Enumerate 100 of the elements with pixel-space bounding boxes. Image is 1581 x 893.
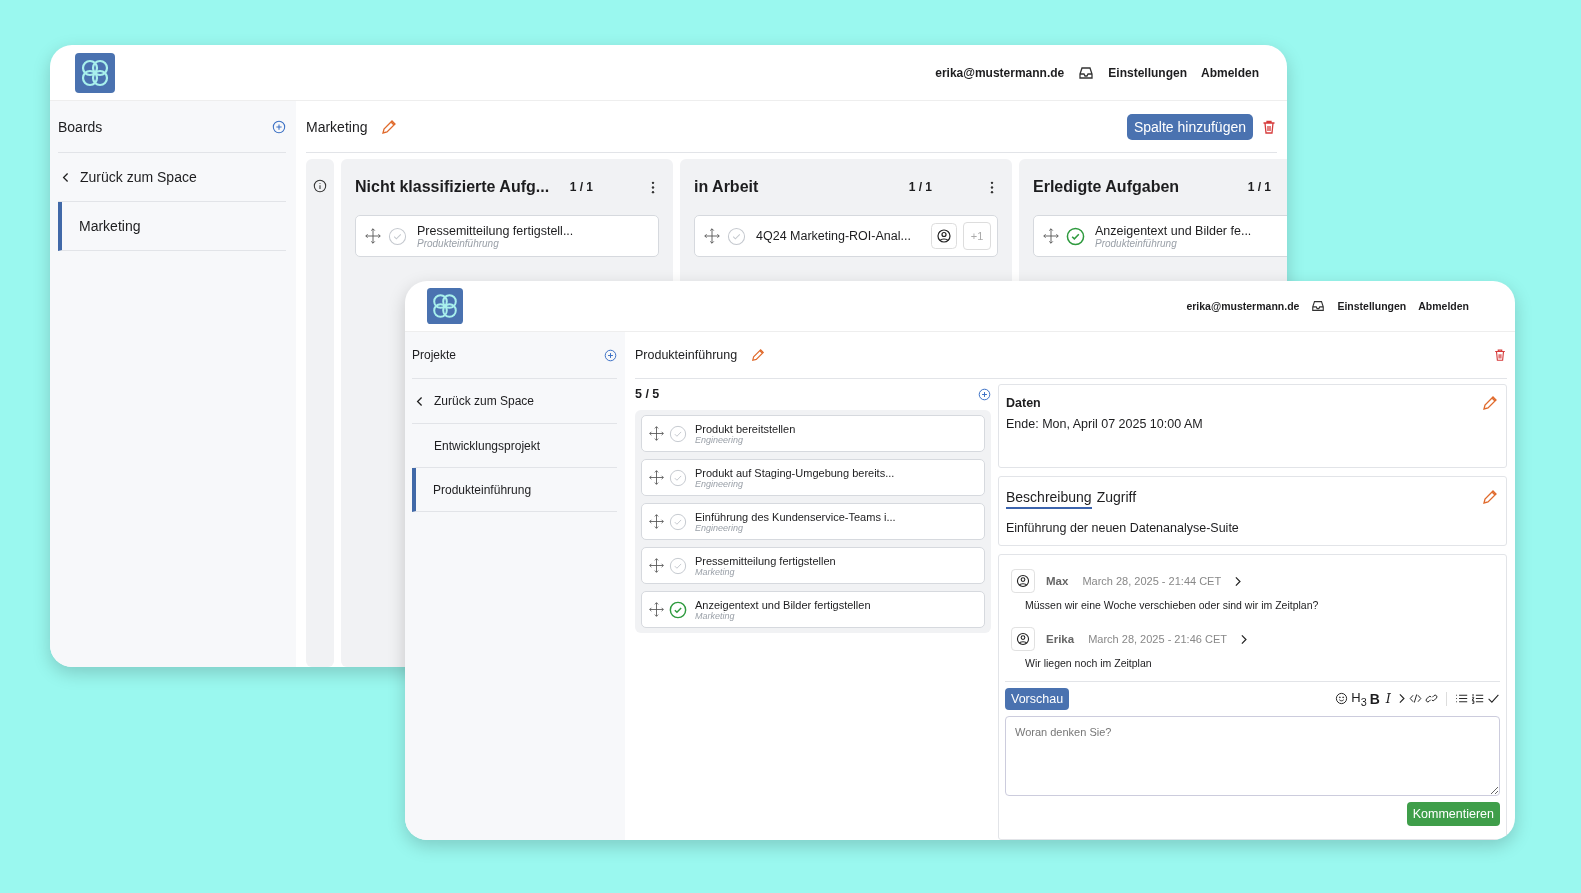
quote-icon[interactable] xyxy=(1397,692,1406,706)
check-circle-icon[interactable] xyxy=(669,512,687,531)
move-icon[interactable] xyxy=(1042,227,1060,245)
end-date: Ende: Mon, April 07 2025 10:00 AM xyxy=(1006,417,1204,431)
task-project: Produkteinführung xyxy=(417,237,499,249)
task-title: Produkt auf Staging-Umgebung bereits... xyxy=(695,466,896,479)
comment-author: Erika xyxy=(1046,633,1075,645)
sidebar-item[interactable]: Marketing xyxy=(58,202,286,251)
logo-icon xyxy=(427,288,463,324)
task-card[interactable]: Einführung des Kundenservice-Teams i... Engineering xyxy=(641,503,985,540)
pencil-icon[interactable] xyxy=(381,118,398,135)
section-heading: Daten xyxy=(1006,396,1041,410)
comment-input[interactable]: Woran denken Sie? xyxy=(1005,716,1500,796)
move-icon[interactable] xyxy=(703,227,721,245)
bold-tool[interactable]: B xyxy=(1369,692,1380,706)
inbox-icon[interactable] xyxy=(1078,64,1095,81)
move-icon[interactable] xyxy=(648,469,665,486)
task-tag: Engineering xyxy=(695,522,978,533)
comment-author: Max xyxy=(1046,575,1069,587)
trash-icon[interactable] xyxy=(1493,348,1507,362)
comment-text: Müssen wir eine Woche verschieben oder sind wir im Zeitplan? xyxy=(1025,599,1320,611)
check-circle-icon[interactable] xyxy=(669,424,687,443)
chevron-left-icon[interactable] xyxy=(416,394,424,408)
task-tag: Marketing xyxy=(695,566,978,577)
task-card[interactable]: Pressemitteilung fertigstellen Marketing xyxy=(641,547,985,584)
task-card[interactable]: Produkt bereitstellen Engineering xyxy=(641,415,985,452)
task-count: 5 / 5 xyxy=(635,387,660,401)
code-icon[interactable] xyxy=(1409,692,1422,706)
task-card[interactable]: Anzeigentext und Bilder fe... Produkteinführung xyxy=(1033,215,1287,257)
trash-icon[interactable] xyxy=(1261,118,1277,135)
move-icon[interactable] xyxy=(648,513,665,530)
nav-link[interactable]: Abmelden xyxy=(1201,65,1259,80)
chevron-left-icon[interactable] xyxy=(62,170,70,184)
link-icon[interactable] xyxy=(1425,692,1438,706)
more-icon[interactable] xyxy=(651,180,655,194)
pencil-icon[interactable] xyxy=(1482,395,1498,411)
pencil-icon[interactable] xyxy=(751,348,766,362)
nav-link[interactable]: Einstellungen xyxy=(1108,65,1187,80)
numbered-list-icon[interactable] xyxy=(1471,692,1484,706)
heading-tool[interactable]: H$_{3}$ xyxy=(1351,690,1367,708)
move-icon[interactable] xyxy=(364,227,382,245)
user-icon[interactable] xyxy=(931,223,957,249)
user-icon xyxy=(1011,627,1035,651)
task-title: Anzeigentext und Bilder fertigstellen xyxy=(695,598,872,611)
check-circle-icon[interactable] xyxy=(388,226,407,246)
description-text: Einführung der neuen Datenanalyse-Suite xyxy=(1006,521,1240,535)
sidebar-title: Boards xyxy=(58,118,103,135)
check-circle-icon[interactable] xyxy=(669,600,687,619)
comment-time: March 28, 2025 - 21:44 CET xyxy=(1082,575,1222,587)
sidebar-title: Projekte xyxy=(412,348,457,362)
check-circle-icon[interactable] xyxy=(1066,226,1085,246)
tab[interactable]: Zugriff xyxy=(1096,485,1137,509)
check-circle-icon[interactable] xyxy=(669,468,687,487)
column-count: 1 / 1 xyxy=(1247,180,1271,194)
logo-icon xyxy=(75,52,115,93)
more-assignees-badge: +1 xyxy=(963,222,991,250)
tab[interactable]: Beschreibung xyxy=(1006,485,1092,509)
sidebar-item[interactable]: Produkteinführung xyxy=(412,468,617,512)
task-title: Anzeigentext und Bilder fe... xyxy=(1095,223,1253,238)
task-card[interactable]: Pressemitteilung fertigstell... Produkteinführung xyxy=(355,215,659,257)
add-icon[interactable] xyxy=(978,387,991,401)
column-title: in Arbeit xyxy=(694,178,760,196)
back-link[interactable]: Zurück zum Space xyxy=(58,153,286,202)
task-title: Produkt bereitstellen xyxy=(695,422,797,435)
column-count: 1 / 1 xyxy=(908,180,932,194)
inbox-icon[interactable] xyxy=(1311,299,1326,313)
column-title: Nicht klassifizierte Aufg... xyxy=(355,178,551,196)
task-title: Pressemitteilung fertigstell... xyxy=(417,223,575,238)
comment-text: Wir liegen noch im Zeitplan xyxy=(1025,657,1153,669)
more-icon[interactable] xyxy=(990,180,994,194)
task-tag: Engineering xyxy=(695,434,978,445)
italic-tool[interactable]: I xyxy=(1385,692,1391,706)
pencil-icon[interactable] xyxy=(1482,489,1498,505)
check-circle-icon[interactable] xyxy=(669,556,687,575)
add-icon[interactable] xyxy=(272,119,286,134)
task-tag: Marketing xyxy=(695,610,978,621)
sidebar-item[interactable]: Entwicklungsprojekt xyxy=(412,424,617,468)
checkmark-icon[interactable] xyxy=(1487,692,1500,706)
back-link[interactable]: Zurück zum Space xyxy=(412,379,617,424)
add-icon[interactable] xyxy=(604,348,617,362)
check-circle-icon[interactable] xyxy=(727,226,746,246)
preview-button[interactable]: Vorschau xyxy=(1005,688,1070,710)
move-icon[interactable] xyxy=(648,557,665,574)
info-icon[interactable] xyxy=(313,179,327,193)
user-icon xyxy=(1011,569,1035,593)
task-card[interactable]: 4Q24 Marketing-ROI-Anal... +1 xyxy=(694,215,998,257)
task-card[interactable]: Anzeigentext und Bilder fertigstellen Marketing xyxy=(641,591,985,628)
nav-link[interactable]: Einstellungen xyxy=(1337,300,1407,312)
emoji-icon[interactable] xyxy=(1335,692,1349,706)
nav-link[interactable]: Abmelden xyxy=(1418,300,1469,312)
task-title: Pressemitteilung fertigstellen xyxy=(695,554,837,567)
task-title: Einführung des Kundenservice-Teams i... xyxy=(695,510,897,523)
add-column-button[interactable]: Spalte hinzufügen xyxy=(1126,113,1253,140)
project-title: Produkteinführung xyxy=(635,348,738,362)
task-card[interactable]: Produkt auf Staging-Umgebung bereits... Engineering xyxy=(641,459,985,496)
chevron-right-icon[interactable] xyxy=(1233,574,1243,588)
comment-time: March 28, 2025 - 21:46 CET xyxy=(1088,633,1227,645)
column-title: Erledigte Aufgaben xyxy=(1033,178,1181,196)
move-icon[interactable] xyxy=(648,601,665,618)
move-icon[interactable] xyxy=(648,425,665,442)
